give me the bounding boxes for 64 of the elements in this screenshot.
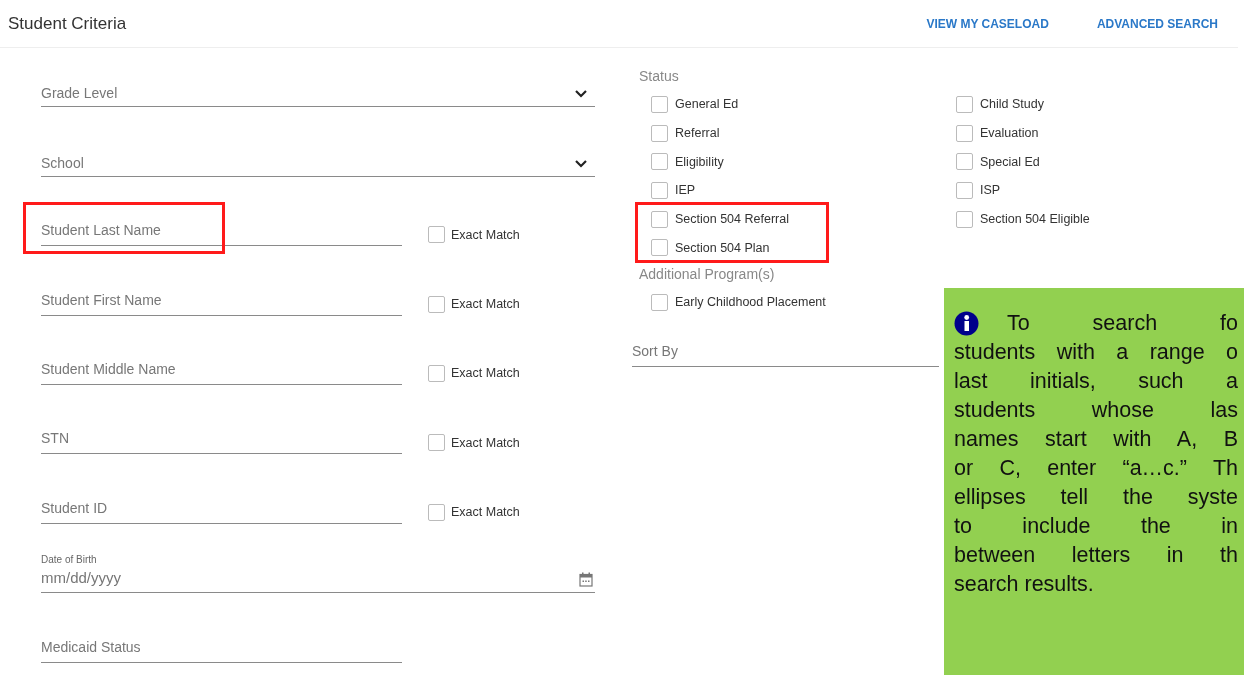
checkbox[interactable] [651,239,668,257]
checkbox[interactable] [956,181,973,199]
section-label: Status [639,68,680,86]
checkbox-label: Eligibility [675,154,724,169]
checkbox-label: Section 504 Eligible [980,212,1090,227]
checkbox-label: Early Childhood Placement [675,295,826,310]
checkbox-label: Exact Match [451,227,520,242]
input-field[interactable]: Medicaid Status [41,636,402,663]
callout-text: names start with A, B [954,426,1238,453]
checkbox-label: IEP [675,183,696,198]
callout-text: to include the in [954,513,1238,540]
checkbox-label: General Ed [675,97,739,112]
checkbox[interactable] [651,293,668,311]
callout-text: last initials, such a [954,368,1238,395]
checkbox[interactable] [651,210,668,228]
checkbox[interactable] [956,153,973,171]
callout-text: students with a range o [954,339,1238,366]
section-label: Additional Program(s) [639,266,776,285]
checkbox[interactable] [428,295,445,313]
checkbox-label: Child Study [980,97,1044,112]
checkbox[interactable] [428,364,445,382]
chevron-down-icon [575,159,587,168]
checkbox-label: Referral [675,126,720,141]
checkbox-label: Special Ed [980,154,1040,169]
checkbox[interactable] [651,153,668,171]
callout-text: search results. [954,571,1095,598]
checkbox[interactable] [428,434,445,452]
dropdown-field[interactable]: Grade Level [41,81,595,108]
input-field[interactable]: Student Last Name [41,220,402,247]
checkbox-label: Exact Match [451,366,520,381]
input-field[interactable]: Student Middle Name [41,358,402,385]
checkbox[interactable] [428,226,445,244]
checkbox-label: Evaluation [980,126,1039,141]
checkbox-label: Section 504 Plan [675,240,770,255]
chevron-down-icon [575,90,587,99]
date-field[interactable]: mm/dd/yyyy [41,567,595,594]
checkbox[interactable] [956,95,973,113]
checkbox-label: ISP [980,183,1001,198]
checkbox-label: Exact Match [451,505,520,520]
checkbox[interactable] [428,503,445,521]
header-link[interactable]: VIEW MY CASELOAD [926,16,1049,31]
dropdown-field[interactable]: School [41,150,595,177]
checkbox[interactable] [651,95,668,113]
field-label: Date of Birth [41,554,98,566]
checkbox[interactable] [651,181,668,199]
checkbox-label: Section 504 Referral [675,212,789,227]
callout-text: ellipses tell the syste [954,484,1238,511]
checkbox-label: Exact Match [451,297,520,312]
callout-text: To search fo [1007,310,1238,337]
checkbox-label: Exact Match [451,435,520,450]
page-title: Student Criteria [8,13,128,34]
callout-text: or C, enter “a…c.” Th [954,455,1238,482]
input-field[interactable]: Student First Name [41,289,402,316]
header-link[interactable]: ADVANCED SEARCH [1096,16,1218,31]
checkbox[interactable] [956,124,973,142]
checkbox[interactable] [956,210,973,228]
checkbox[interactable] [651,124,668,142]
input-field[interactable]: STN [41,428,402,455]
callout-text: between letters in th [954,542,1238,569]
calendar-icon[interactable] [579,572,593,588]
input-field[interactable]: Student ID [41,497,402,524]
callout-text: students whose las [954,397,1238,424]
info-icon [954,311,979,336]
sort-by-field[interactable]: Sort By [632,340,939,367]
